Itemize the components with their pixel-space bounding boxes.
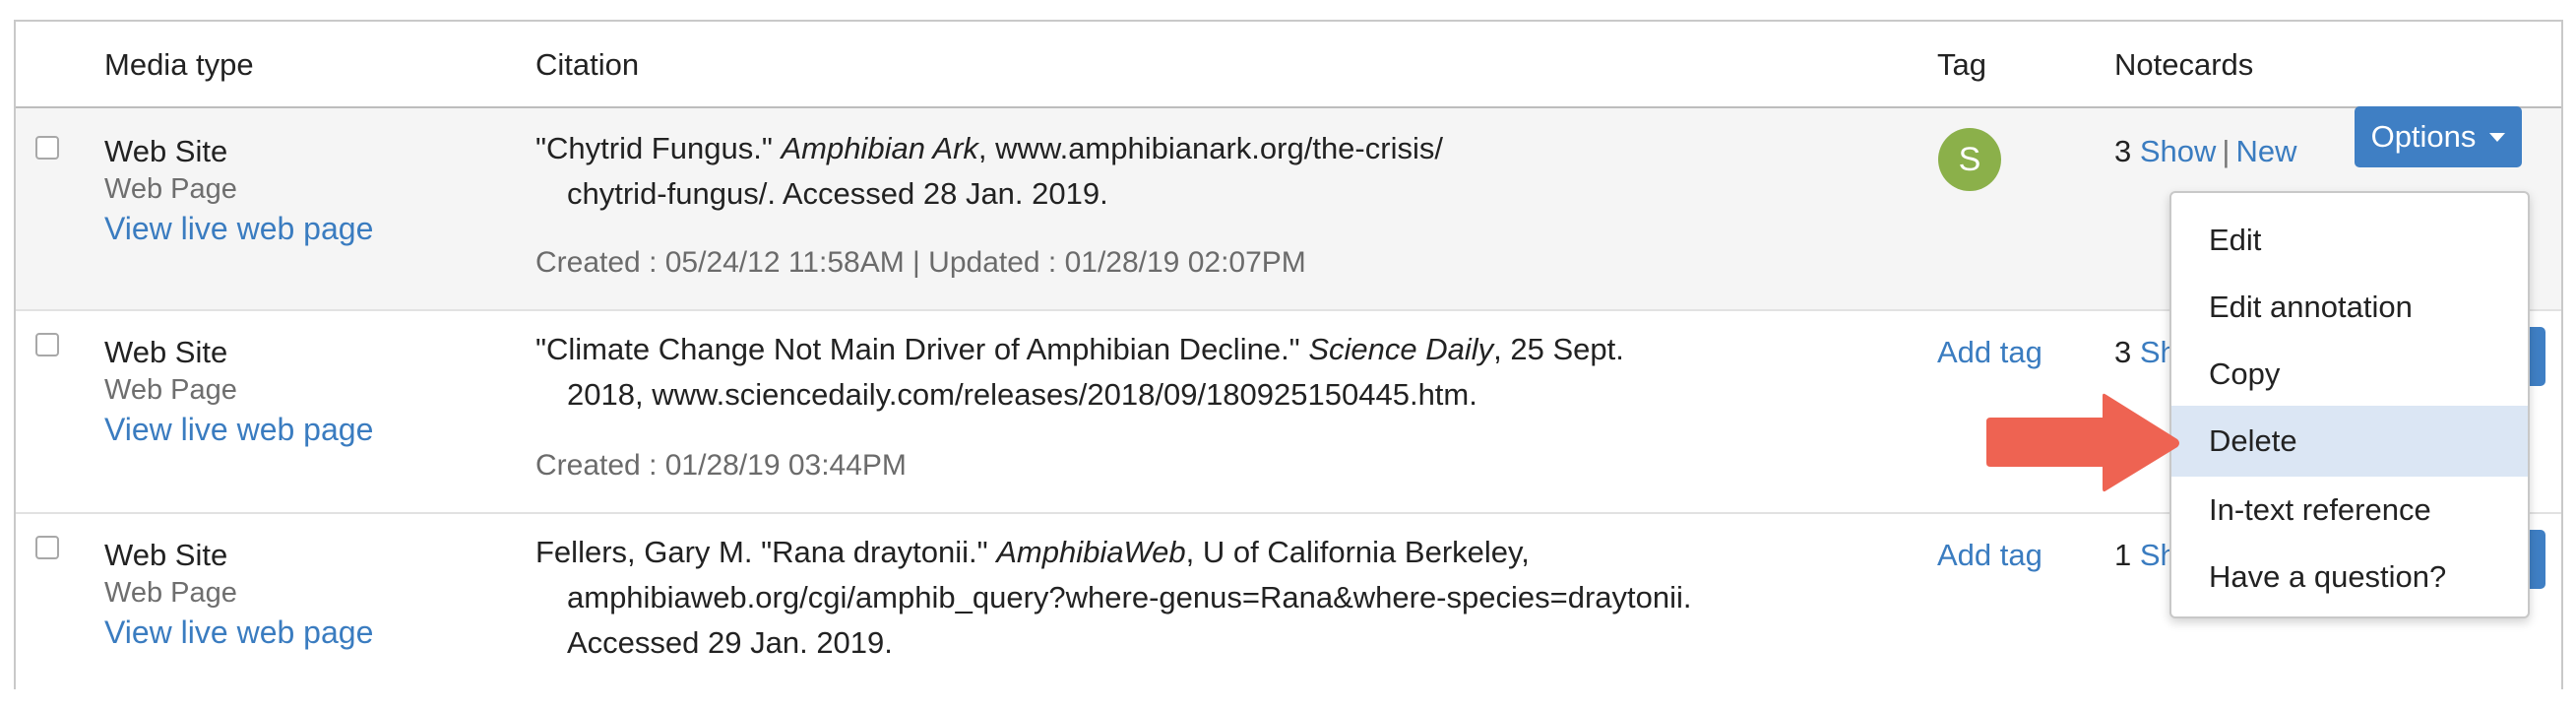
notecards-cell: 3 Sh	[2114, 335, 2177, 370]
citation-prefix: "Chytrid Fungus."	[535, 131, 773, 165]
add-tag-link[interactable]: Add tag	[1937, 538, 2042, 573]
citation-rest: , U of California Berkeley,	[1185, 535, 1530, 569]
citation-line2: 2018, www.sciencedaily.com/releases/2018…	[567, 377, 1477, 412]
menu-item-edit-annotation[interactable]: Edit annotation	[2171, 274, 2528, 341]
table-header: Media type Citation Tag Notecards	[16, 22, 2561, 108]
media-type: Web Site	[104, 538, 228, 572]
header-citation: Citation	[535, 47, 640, 82]
new-notecard-link[interactable]: New	[2235, 134, 2296, 168]
media-type: Web Site	[104, 335, 228, 369]
options-dropdown-menu: Edit Edit annotation Copy Delete In-text…	[2169, 191, 2530, 618]
dates: Created : 05/24/12 11:58AM | Updated : 0…	[535, 246, 1306, 279]
citation-text: Fellers, Gary M. "Rana draytonii." Amphi…	[535, 530, 1692, 666]
tag-avatar[interactable]: S	[1938, 128, 2001, 191]
citation-source: AmphibiaWeb	[996, 535, 1186, 569]
caret-down-icon	[2489, 132, 2506, 142]
menu-item-edit[interactable]: Edit	[2171, 207, 2528, 274]
citation-prefix: "Climate Change Not Main Driver of Amphi…	[535, 332, 1300, 366]
options-button-partial[interactable]	[2528, 530, 2545, 589]
notecards-cell: 1 Sh	[2114, 538, 2177, 573]
media-subtype: Web Page	[104, 577, 237, 609]
citation-rest: , 25 Sept.	[1493, 332, 1624, 366]
media-type: Web Site	[104, 134, 228, 168]
media-subtype: Web Page	[104, 374, 237, 406]
header-notecards: Notecards	[2114, 47, 2254, 82]
add-tag-link[interactable]: Add tag	[1937, 335, 2042, 370]
notecard-count: 1	[2114, 538, 2132, 572]
menu-item-in-text-reference[interactable]: In-text reference	[2171, 477, 2528, 544]
header-media-type: Media type	[104, 47, 254, 82]
citation-source: Science Daily	[1308, 332, 1494, 366]
options-button[interactable]: Options	[2355, 106, 2522, 167]
row-checkbox[interactable]	[35, 333, 59, 356]
view-live-link[interactable]: View live web page	[104, 614, 373, 651]
notecards-cell: 3 Show | New	[2114, 134, 2297, 169]
citation-line3: Accessed 29 Jan. 2019.	[567, 625, 893, 660]
menu-item-copy[interactable]: Copy	[2171, 341, 2528, 408]
view-live-link[interactable]: View live web page	[104, 211, 373, 247]
row-checkbox[interactable]	[35, 136, 59, 160]
menu-item-delete[interactable]: Delete	[2171, 406, 2528, 477]
notecard-count: 3	[2114, 134, 2132, 168]
callout-arrow-icon	[1986, 393, 2179, 492]
options-label: Options	[2370, 119, 2477, 154]
options-button-partial[interactable]	[2528, 327, 2545, 386]
divider: |	[2222, 134, 2230, 168]
citation-rest: , www.amphibianark.org/the-crisis/	[977, 131, 1443, 165]
citation-source: Amphibian Ark	[781, 131, 978, 165]
citation-text: "Chytrid Fungus." Amphibian Ark, www.amp…	[535, 126, 1443, 217]
citation-text: "Climate Change Not Main Driver of Amphi…	[535, 327, 1624, 418]
menu-item-have-a-question[interactable]: Have a question?	[2171, 544, 2528, 611]
media-subtype: Web Page	[104, 173, 237, 205]
citation-prefix: Fellers, Gary M. "Rana draytonii."	[535, 535, 988, 569]
show-notecards-link[interactable]: Show	[2140, 134, 2217, 168]
dates: Created : 01/28/19 03:44PM	[535, 449, 907, 482]
row-checkbox[interactable]	[35, 536, 59, 559]
view-live-link[interactable]: View live web page	[104, 412, 373, 448]
notecard-count: 3	[2114, 335, 2132, 369]
citation-line2: amphibiaweb.org/cgi/amphib_query?where-g…	[567, 580, 1692, 614]
header-tag: Tag	[1937, 47, 1986, 82]
citation-line2: chytrid-fungus/. Accessed 28 Jan. 2019.	[567, 176, 1108, 211]
